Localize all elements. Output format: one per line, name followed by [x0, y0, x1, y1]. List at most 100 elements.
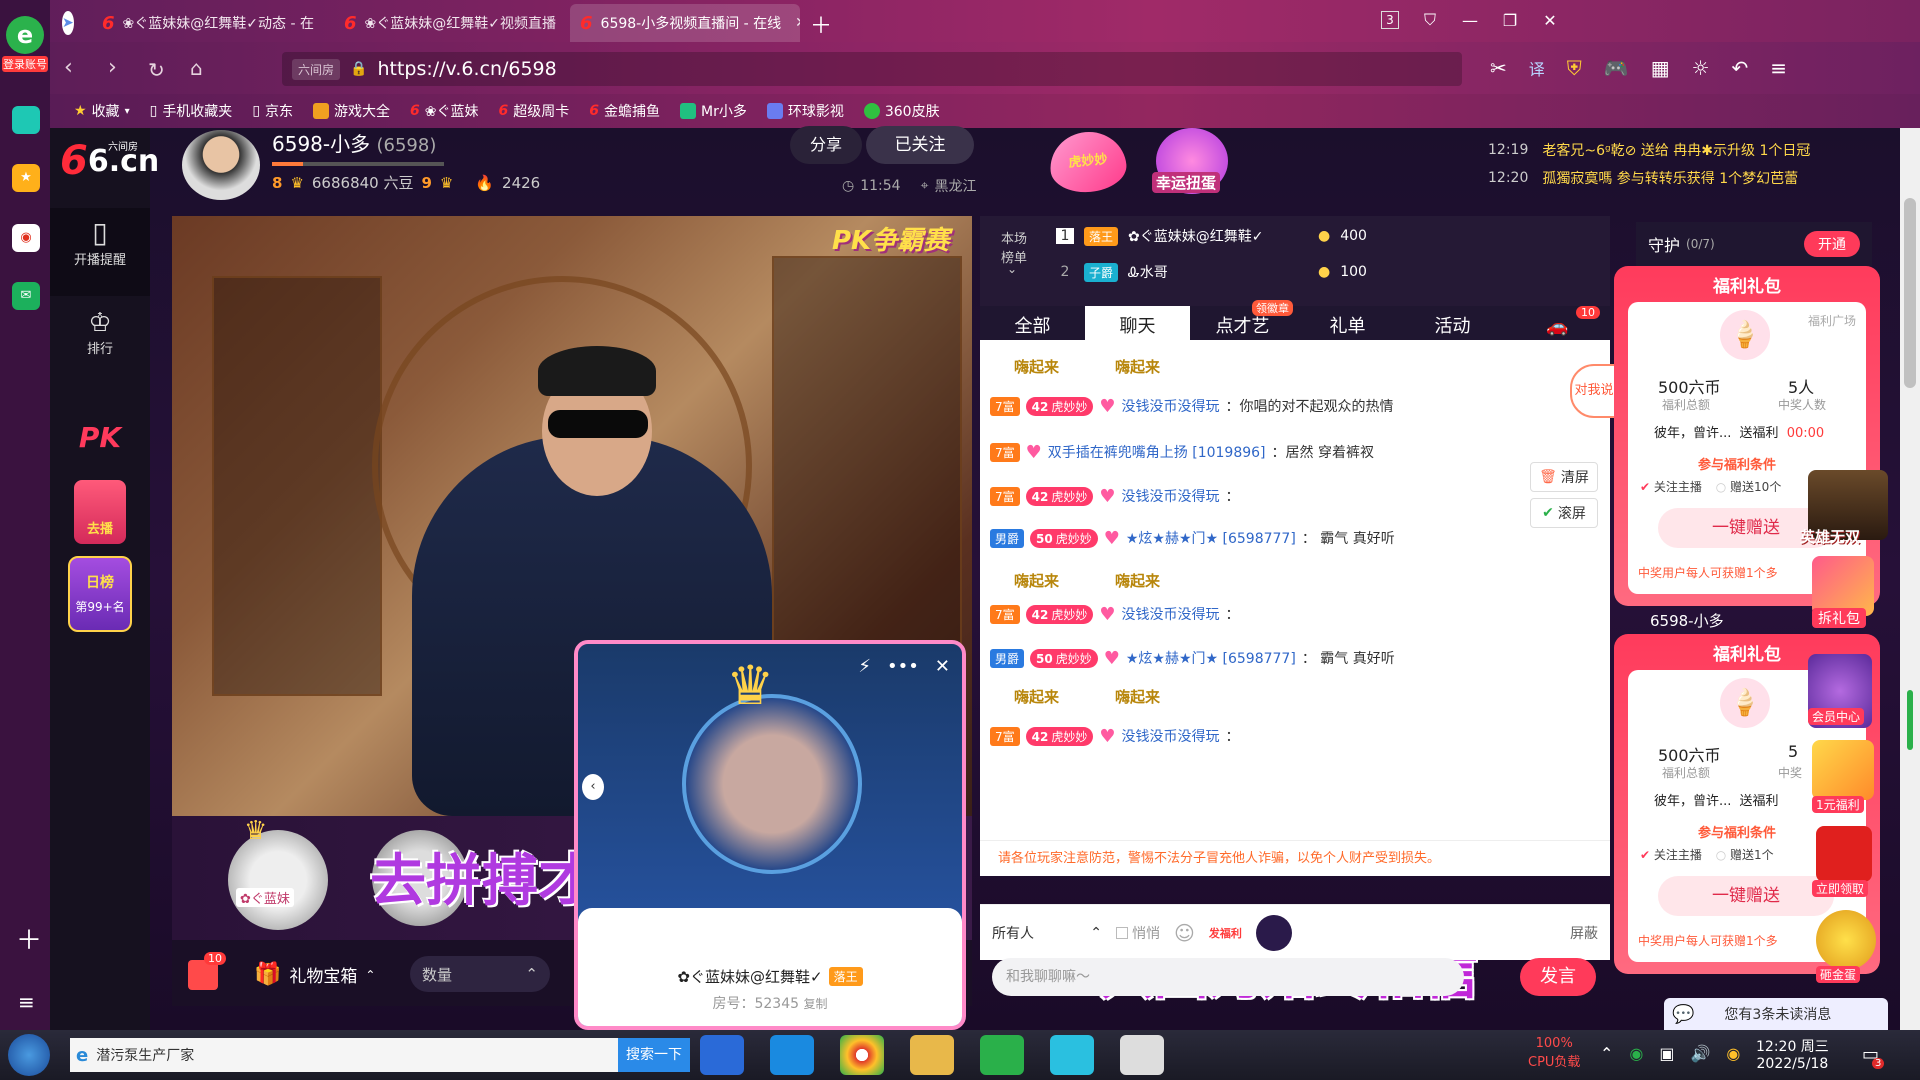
username[interactable]: 没钱没币没得玩 — [1122, 486, 1220, 506]
maximize-icon[interactable]: ❐ — [1490, 11, 1530, 30]
add-icon[interactable]: ＋ — [16, 920, 42, 957]
home-icon[interactable]: ⌂ — [190, 56, 203, 80]
shield-tray-icon[interactable]: ◉ — [1726, 1044, 1740, 1063]
chevron-left-icon[interactable]: ‹ — [582, 774, 604, 800]
bookmark-games[interactable]: 游戏大全 — [313, 101, 390, 121]
unread-messages[interactable]: 💬 您有3条未读消息 — [1664, 998, 1888, 1030]
quantity-select[interactable]: 数量 ⌃ — [410, 956, 550, 992]
welfare-square-link[interactable]: 福利广场 — [1808, 312, 1856, 329]
block-button[interactable]: 屏蔽 — [1570, 923, 1598, 943]
bookmark-jd[interactable]: ▯ 京东 — [252, 101, 293, 121]
search-button[interactable]: 搜索一下 — [618, 1038, 690, 1072]
username[interactable]: ★炫★赫★门★ [6598777] — [1126, 528, 1296, 548]
media-player-icon[interactable] — [1050, 1035, 1094, 1075]
minimize-icon[interactable]: — — [1450, 11, 1490, 30]
popup-avatar[interactable] — [682, 694, 862, 874]
nav-live-reminder[interactable]: ▯ 开播提醒 — [50, 208, 150, 296]
scrollbar-thumb[interactable] — [1904, 198, 1916, 388]
username[interactable]: 没钱没币没得玩 — [1122, 726, 1220, 746]
close-icon[interactable]: ✕ — [935, 656, 950, 677]
gift-box-button[interactable]: 🎁 礼物宝箱 ⌃ — [254, 962, 375, 987]
volume-icon[interactable]: 🔊 — [1691, 1044, 1711, 1063]
bookmark-skins[interactable]: 360皮肤 — [863, 101, 940, 121]
grid-icon[interactable]: ▦ — [1651, 56, 1670, 80]
bookmark-mobile[interactable]: ▯ 手机收藏夹 — [150, 101, 233, 121]
tab-close-icon[interactable]: ✕ — [795, 15, 800, 31]
tab-lanmei-live[interactable]: 6 ❀ぐ蓝妹妹@红舞鞋✓视频直播 — [334, 4, 570, 42]
sidebar-app-icon[interactable] — [12, 106, 40, 134]
claim-now-label[interactable]: 立即领取 — [1812, 880, 1869, 897]
bookmark-weekcard[interactable]: 6 超级周卡 — [499, 101, 570, 121]
bookmark-fishing[interactable]: 6 金蟾捕鱼 — [589, 101, 660, 121]
chevron-down-icon[interactable]: ⌄ — [1007, 262, 1017, 276]
nav-ranking[interactable]: ♔ 排行 — [50, 300, 150, 388]
tab-xiaoduo-live[interactable]: 66598-小多视频直播间 - 在线✕ — [570, 4, 800, 42]
browser-logo-icon[interactable]: ➤ — [52, 4, 82, 42]
list-icon[interactable]: ≡ — [18, 990, 35, 1014]
menu-icon[interactable]: ≡ — [1770, 56, 1787, 80]
favorite-icon[interactable]: ★ — [12, 164, 40, 192]
one-click-gift-button[interactable]: 一键赠送 — [1658, 876, 1834, 916]
back-icon[interactable]: ‹ — [64, 55, 73, 80]
browser-e-logo-icon[interactable]: e — [6, 16, 44, 54]
mail-icon[interactable]: ✉ — [12, 282, 40, 310]
gamepad-icon[interactable]: 🎮 — [1604, 56, 1629, 80]
recipient-select[interactable]: 所有人 ⌃ — [992, 923, 1102, 943]
member-center-label[interactable]: 会员中心 — [1808, 708, 1865, 725]
theme-icon[interactable]: ☼ — [1692, 56, 1710, 80]
folder-icon[interactable] — [910, 1035, 954, 1075]
start-button[interactable] — [8, 1034, 50, 1076]
kugou-icon[interactable] — [700, 1035, 744, 1075]
one-yuan-icon[interactable] — [1812, 740, 1874, 800]
360-tray-icon[interactable]: ◉ — [1629, 1044, 1643, 1063]
red-packet-icon[interactable] — [1816, 826, 1872, 882]
login-button[interactable]: 登录账号 — [2, 56, 48, 72]
new-tab-icon[interactable]: ＋ — [810, 8, 832, 40]
url-field[interactable]: 六间房 🔒 https://v.6.cn/6598 — [282, 52, 1462, 86]
page-scrollbar[interactable] — [1900, 128, 1920, 1030]
golden-egg-icon[interactable] — [1816, 910, 1876, 970]
emoji-icon[interactable]: ☺ — [1174, 921, 1195, 945]
chrome-icon[interactable] — [840, 1035, 884, 1075]
app-icon[interactable] — [1120, 1035, 1164, 1075]
daily-rank-badge[interactable]: 日榜 第99+名 — [68, 556, 132, 632]
send-button[interactable]: 发言 — [1520, 958, 1596, 996]
whisper-checkbox[interactable]: 悄悄 — [1116, 923, 1160, 943]
bookmark-mrxiaoduo[interactable]: Mr小多 — [680, 101, 747, 121]
close-window-icon[interactable]: ✕ — [1530, 11, 1570, 30]
shield-icon[interactable]: ⛨ — [1567, 56, 1582, 80]
magic-wand-icon[interactable]: ⚡ — [858, 656, 871, 677]
open-guard-button[interactable]: 开通 — [1804, 231, 1860, 257]
tab-count-icon[interactable]: 3 — [1381, 11, 1399, 29]
one-yuan-label[interactable]: 1元福利 — [1812, 796, 1864, 813]
taskbar-search[interactable]: e 潜污泵生产厂家 — [70, 1038, 618, 1072]
dangbo-banner[interactable]: 去播 — [74, 480, 126, 544]
shirt-icon[interactable]: ⛉ — [1410, 10, 1450, 30]
chevron-up-icon[interactable]: ⌃ — [1600, 1044, 1613, 1063]
more-icon[interactable]: ••• — [887, 656, 919, 677]
lucky-capsule-label[interactable]: 幸运扭蛋 — [1152, 172, 1221, 193]
copy-button[interactable]: 复制 — [803, 997, 827, 1011]
username[interactable]: 没钱没币没得玩 — [1122, 396, 1220, 416]
clear-screen-button[interactable]: 🗑 清屏 — [1530, 462, 1598, 492]
to-me-button[interactable]: 对我说 — [1570, 364, 1618, 418]
bookmark-lanmei[interactable]: 6 ❀ぐ蓝妹 — [410, 101, 478, 121]
follow-button[interactable]: 已关注 — [866, 126, 974, 164]
username[interactable]: 双手插在裤兜嘴角上扬 [1019896] — [1048, 442, 1266, 462]
open-gift-label[interactable]: 拆礼包 — [1812, 608, 1866, 628]
seat-avatar[interactable] — [228, 830, 328, 930]
scroll-screen-button[interactable]: ✔ 滚屏 — [1530, 498, 1598, 528]
send-welfare-button[interactable]: 发福利 — [1209, 925, 1242, 941]
share-button[interactable]: 分享 — [790, 126, 862, 164]
host-avatar[interactable] — [182, 130, 260, 200]
rank-row[interactable]: 2 子爵 Ꮂ水哥 ● 100 — [1056, 262, 1367, 282]
tab-lanmei-dynamic[interactable]: 6 ❀ぐ蓝妹妹@红舞鞋✓动态 - 在 — [92, 4, 328, 42]
bookmark-favorites[interactable]: ★ 收藏 ▾ — [74, 101, 130, 121]
golden-egg-label[interactable]: 砸金蛋 — [1816, 966, 1861, 983]
chat-input[interactable]: 和我聊聊嘛～ — [992, 958, 1464, 996]
360-browser-icon[interactable] — [980, 1035, 1024, 1075]
weibo-icon[interactable]: ◉ — [12, 224, 40, 252]
ie-browser-icon[interactable] — [770, 1035, 814, 1075]
hero-promo-label[interactable]: 英雄无双 — [1800, 526, 1860, 547]
undo-icon[interactable]: ↶ — [1732, 56, 1749, 80]
